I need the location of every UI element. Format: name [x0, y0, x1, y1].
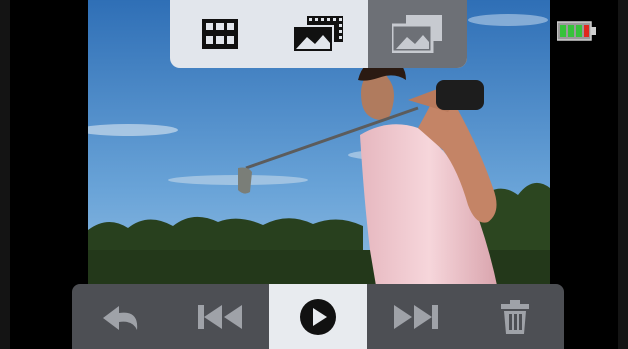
playback-controls [72, 284, 564, 349]
battery-icon [556, 21, 596, 41]
previous-button[interactable] [170, 284, 268, 349]
device-screen [0, 0, 628, 349]
trash-icon [500, 299, 529, 334]
view-mode-bar [170, 0, 467, 68]
next-track-icon [394, 304, 439, 329]
photo-gallery-icon [391, 15, 442, 53]
delete-button[interactable] [466, 284, 564, 349]
grid-view-button[interactable] [170, 0, 269, 68]
previous-track-icon [197, 304, 242, 329]
play-icon [300, 298, 337, 335]
next-button[interactable] [367, 284, 465, 349]
play-button[interactable] [268, 284, 368, 349]
video-gallery-icon [292, 16, 343, 52]
video-gallery-button[interactable] [269, 0, 368, 68]
back-button[interactable] [72, 284, 170, 349]
right-bezel [618, 0, 628, 349]
left-bezel [0, 0, 10, 349]
grid-view-icon [201, 19, 238, 49]
back-icon [103, 305, 138, 330]
battery-indicator [556, 21, 597, 41]
photo-gallery-button[interactable] [368, 0, 467, 68]
